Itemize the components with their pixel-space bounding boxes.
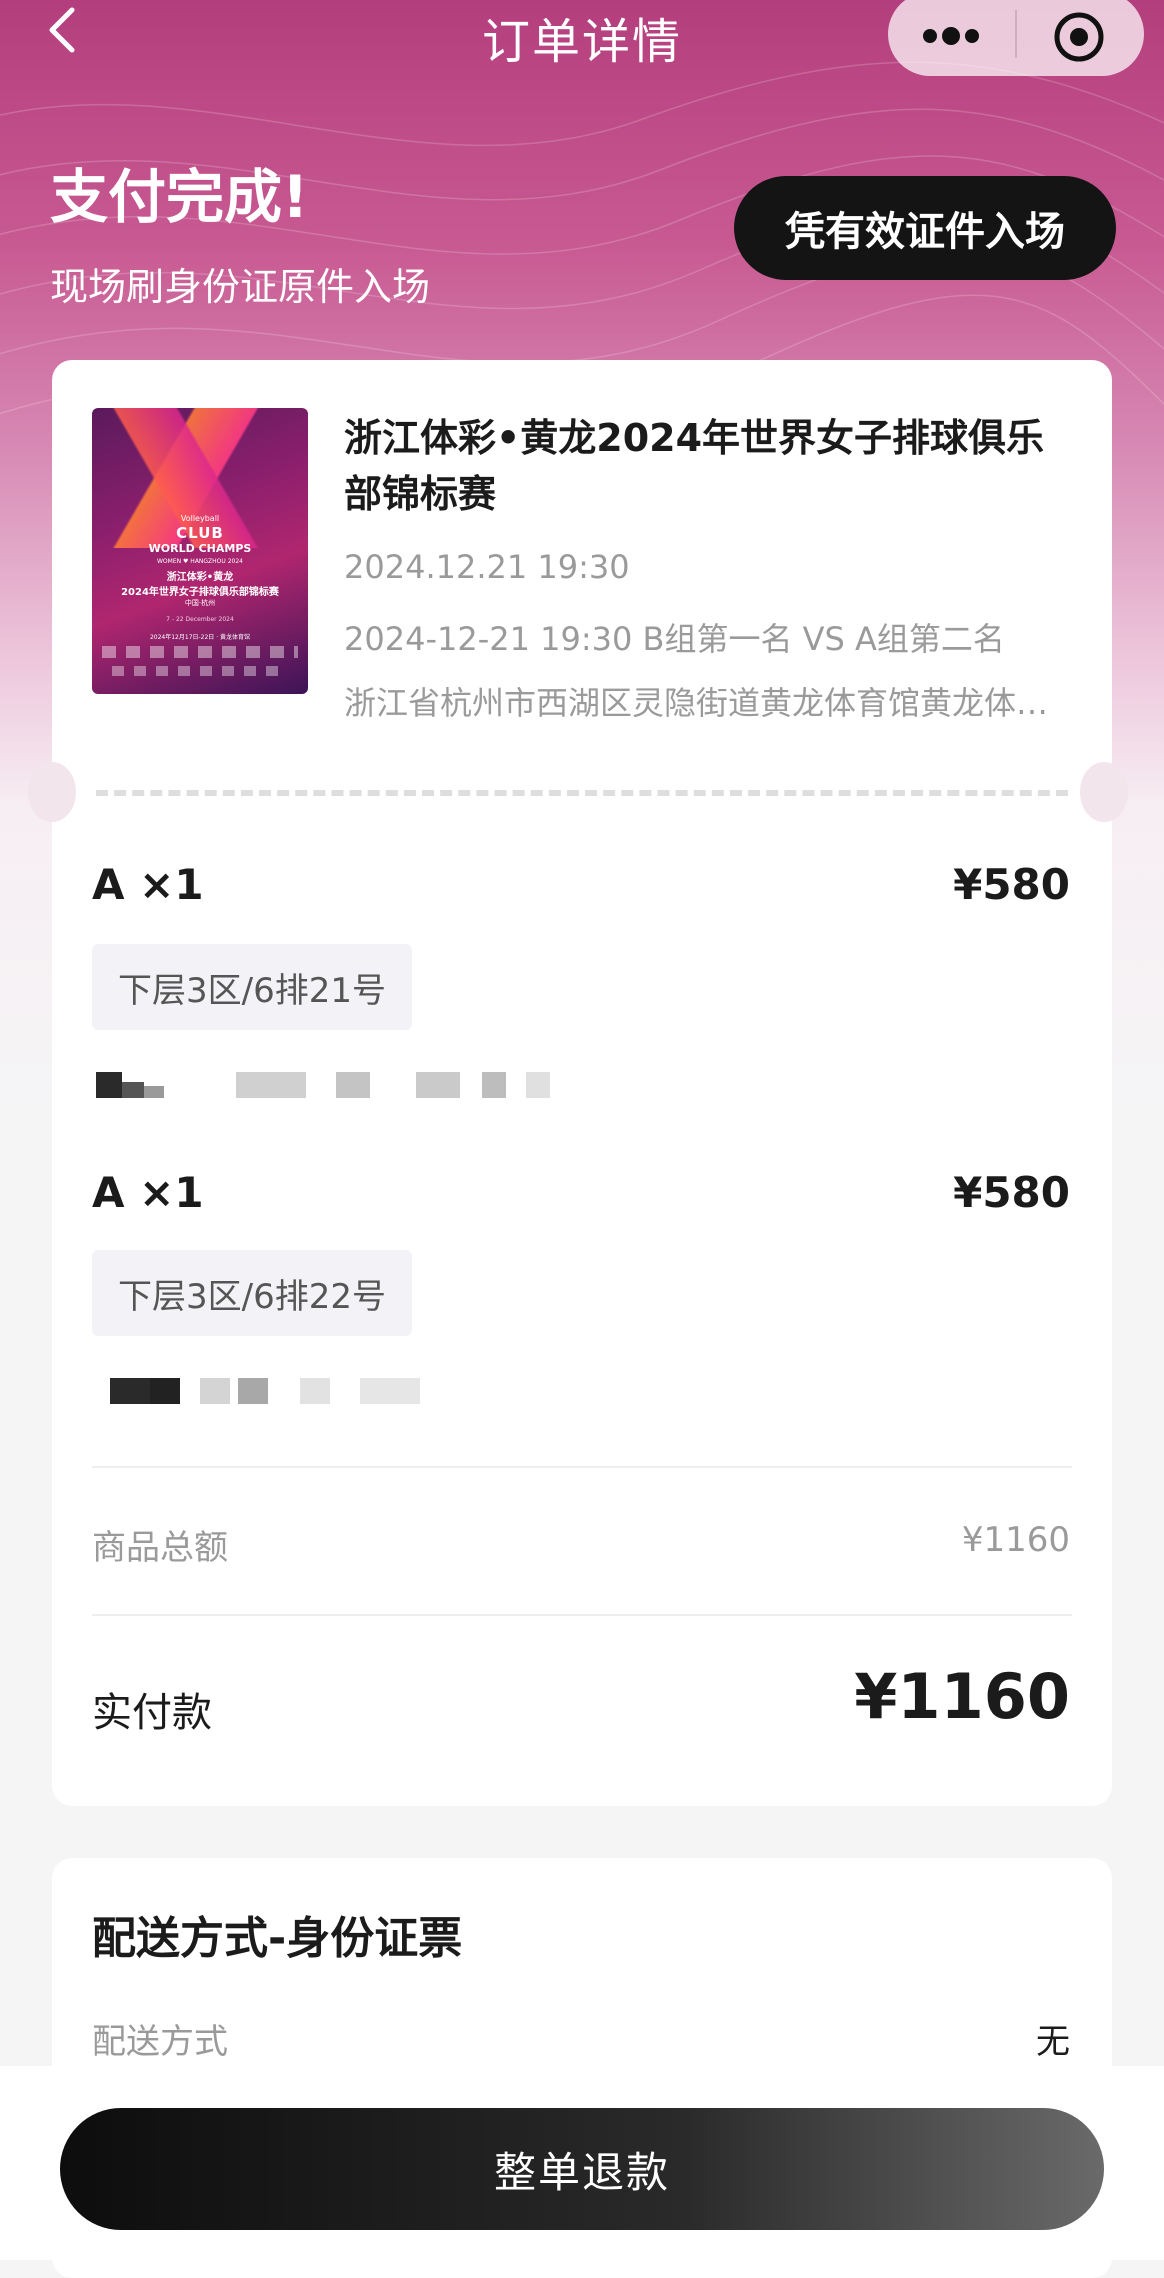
seat-chip: 下层3区/6排22号 — [92, 1250, 412, 1336]
section-divider — [92, 1614, 1072, 1616]
ticket-perforation — [96, 790, 1068, 796]
delivery-method-label: 配送方式 — [92, 2022, 228, 2062]
poster-brand: Volleyball — [180, 514, 220, 523]
navigation-bar: 订单详情 — [0, 0, 1164, 76]
target-circle-icon[interactable] — [1052, 10, 1106, 64]
poster-sponsor-logos — [102, 646, 298, 658]
more-dots-icon[interactable] — [918, 16, 984, 56]
paid-amount-label: 实付款 — [92, 1690, 212, 1736]
event-session: 2024-12-21 19:30 B组第一名 VS A组第二名 — [344, 620, 1005, 658]
poster-line-2: WORLD CHAMPS — [148, 542, 252, 555]
ticket-name: A ×1 — [92, 1168, 204, 1217]
redacted-holder-info — [96, 1072, 556, 1098]
subtotal-label: 商品总额 — [92, 1528, 228, 1568]
paid-amount-value: ¥1160 — [854, 1660, 1070, 1733]
event-poster[interactable]: Volleyball CLUB WORLD CHAMPS WOMEN ♥ HAN… — [92, 408, 308, 694]
ticket-name: A ×1 — [92, 860, 204, 909]
event-venue: 浙江省杭州市西湖区灵隐街道黄龙体育馆黄龙体育中心 — [344, 684, 1064, 722]
mini-program-capsule — [888, 0, 1144, 76]
redacted-holder-info — [110, 1378, 530, 1404]
ticket-notch-left — [28, 762, 76, 822]
poster-line-1: CLUB — [176, 524, 224, 542]
poster-line-7: 7 - 22 December 2024 — [166, 616, 234, 623]
poster-sponsor-logos-2 — [112, 666, 288, 676]
poster-line-4: 浙江体彩•黄龙 — [166, 572, 234, 583]
ticket-notch-right — [1080, 762, 1128, 822]
delivery-title: 配送方式-身份证票 — [92, 1913, 463, 1964]
entry-instruction: 现场刷身份证原件入场 — [50, 265, 431, 309]
seat-chip: 下层3区/6排21号 — [92, 944, 412, 1030]
capsule-divider — [1015, 10, 1017, 58]
poster-line-6: 中国·杭州 — [184, 599, 216, 607]
payment-status-title: 支付完成! — [50, 163, 309, 231]
valid-id-entry-button[interactable]: 凭有效证件入场 — [734, 176, 1116, 280]
event-title[interactable]: 浙江体彩•黄龙2024年世界女子排球俱乐部锦标赛 — [344, 410, 1064, 522]
full-refund-button[interactable]: 整单退款 — [60, 2108, 1104, 2230]
poster-line-3: WOMEN ♥ HANGZHOU 2024 — [157, 558, 243, 565]
ticket-price: ¥580 — [953, 1168, 1070, 1217]
event-date: 2024.12.21 19:30 — [344, 548, 630, 586]
delivery-method-value: 无 — [1036, 2022, 1070, 2062]
subtotal-value: ¥1160 — [961, 1520, 1070, 1560]
ticket-price: ¥580 — [953, 860, 1070, 909]
poster-line-8: 2024年12月17日-22日 · 黄龙体育馆 — [149, 634, 251, 641]
poster-line-5: 2024年世界女子排球俱乐部锦标赛 — [121, 587, 279, 598]
section-divider — [92, 1466, 1072, 1468]
